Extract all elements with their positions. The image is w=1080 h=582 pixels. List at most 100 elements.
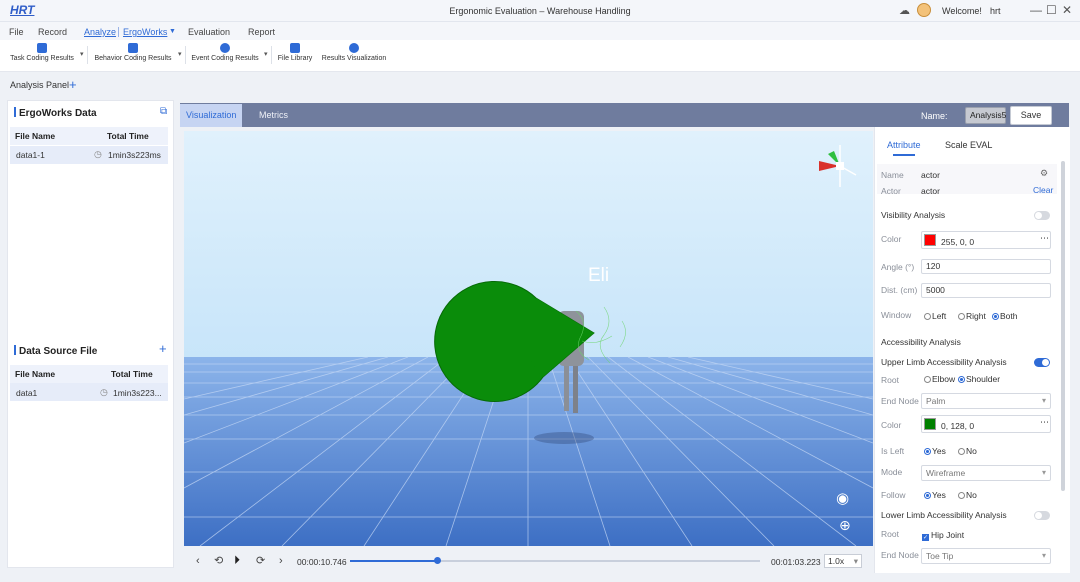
gear-icon[interactable]: ⚙ — [1040, 168, 1048, 179]
radio-both[interactable] — [992, 313, 999, 320]
task-coding-results-label: Task Coding Results — [10, 55, 74, 62]
radio-left[interactable] — [924, 313, 931, 320]
mode-label: Mode — [881, 467, 903, 477]
cloud-icon[interactable]: ☁ — [899, 4, 910, 17]
clear-button[interactable]: Clear — [1033, 185, 1053, 195]
dist-label: Dist. (cm) — [881, 285, 918, 295]
accessibility-color-swatch[interactable] — [924, 418, 936, 430]
angle-input[interactable]: 120 — [921, 259, 1051, 274]
speed-select[interactable]: 1.0x ▾ — [824, 554, 862, 568]
more-icon[interactable]: ⋯ — [1040, 417, 1049, 428]
play-icon[interactable]: ⏵ — [234, 553, 240, 568]
next-icon[interactable]: › — [279, 555, 283, 567]
menu-ergoworks[interactable]: ErgoWorks — [123, 27, 167, 37]
color-label: Color — [881, 234, 902, 244]
current-time: 00:00:10.746 — [297, 557, 347, 567]
add-data-source-button[interactable]: + — [159, 341, 167, 356]
behavior-coding-results-label: Behavior Coding Results — [94, 55, 172, 62]
shoulder-label: Shoulder — [966, 374, 1001, 384]
yes-label: Yes — [932, 446, 946, 456]
menu-analyze[interactable]: Analyze — [84, 27, 116, 37]
event-coding-results-button[interactable]: Event Coding Results — [190, 43, 260, 62]
root-option-elbow[interactable]: Elbow — [924, 374, 955, 384]
chevron-down-icon[interactable]: ▼ — [169, 28, 176, 35]
lower-limb-toggle[interactable] — [1034, 511, 1050, 520]
eye-icon[interactable]: ◉ — [836, 489, 849, 507]
open-external-icon[interactable]: ⧉ — [160, 106, 167, 117]
visibility-color-swatch[interactable] — [924, 234, 936, 246]
follow-yes[interactable]: Yes — [924, 490, 946, 500]
results-visualization-button[interactable]: Results Visualization — [320, 43, 388, 62]
radio-yes[interactable] — [924, 492, 931, 499]
more-icon[interactable]: ⋯ — [1040, 233, 1049, 244]
avatar[interactable] — [917, 3, 931, 17]
actor-value: actor — [921, 186, 940, 196]
analysis-panel-label: Analysis Panel — [10, 80, 70, 90]
task-results-icon — [37, 43, 47, 53]
root-option-shoulder[interactable]: Shoulder — [958, 374, 1000, 384]
radio-no[interactable] — [958, 448, 965, 455]
chevron-down-icon[interactable]: ▾ — [178, 50, 182, 58]
prev-icon[interactable]: ‹ — [196, 555, 200, 567]
crosshair-icon[interactable]: ⊕ — [839, 517, 851, 534]
follow-no[interactable]: No — [958, 490, 977, 500]
ergoworks-data-title: ErgoWorks Data — [14, 107, 97, 119]
task-coding-results-button[interactable]: Task Coding Results — [8, 43, 76, 62]
right-panel-scrollbar[interactable] — [1061, 161, 1065, 491]
progress-fill — [350, 560, 438, 562]
orientation-gizmo[interactable] — [819, 145, 857, 187]
tab-visualization[interactable]: Visualization — [180, 104, 242, 127]
tab-scale-eval[interactable]: Scale EVAL — [945, 140, 992, 150]
forward-icon[interactable]: ⟳ — [256, 554, 265, 567]
radio-right[interactable] — [958, 313, 965, 320]
accessibility-color-value: 0, 128, 0 — [941, 421, 975, 431]
radio-yes[interactable] — [924, 448, 931, 455]
active-tab-indicator — [893, 154, 915, 156]
radio-shoulder[interactable] — [958, 376, 965, 383]
hip-joint-checkbox[interactable]: ✓ Hip Joint — [922, 530, 964, 541]
actor-label: Actor — [881, 186, 901, 196]
maximize-button[interactable]: ☐ — [1046, 3, 1057, 17]
actor-shadow — [534, 432, 594, 444]
3d-viewport[interactable]: Eli ◉ ⊕ — [184, 131, 873, 546]
window-option-both[interactable]: Both — [992, 311, 1018, 321]
window-both-label: Both — [1000, 311, 1018, 321]
end-node-select[interactable]: Palm — [921, 393, 1051, 409]
menu-report[interactable]: Report — [248, 27, 275, 37]
window-option-right[interactable]: Right — [958, 311, 986, 321]
radio-no[interactable] — [958, 492, 965, 499]
radio-elbow[interactable] — [924, 376, 931, 383]
column-file-name: File Name — [15, 369, 56, 379]
is-left-label: Is Left — [881, 446, 905, 456]
save-button[interactable]: Save — [1010, 106, 1052, 125]
window-option-left[interactable]: Left — [924, 311, 946, 321]
checkbox-icon[interactable]: ✓ — [922, 534, 929, 541]
upper-limb-toggle[interactable] — [1034, 358, 1050, 367]
is-left-yes[interactable]: Yes — [924, 446, 946, 456]
lower-end-node-select[interactable]: Toe Tip — [921, 548, 1051, 564]
dist-input[interactable]: 5000 — [921, 283, 1051, 298]
is-left-no[interactable]: No — [958, 446, 977, 456]
visibility-toggle[interactable] — [1034, 211, 1050, 220]
scene-svg — [184, 145, 873, 546]
tab-attribute[interactable]: Attribute — [887, 140, 921, 150]
chevron-down-icon[interactable]: ▾ — [80, 50, 84, 58]
analysis-name-input[interactable]: Analysis5 — [965, 107, 1006, 124]
actor-info-box — [877, 164, 1057, 194]
minimize-button[interactable]: — — [1030, 3, 1042, 17]
behavior-coding-results-button[interactable]: Behavior Coding Results — [92, 43, 174, 62]
tab-metrics[interactable]: Metrics — [253, 104, 294, 127]
close-button[interactable]: ✕ — [1062, 3, 1072, 17]
menu-evaluation[interactable]: Evaluation — [188, 27, 230, 37]
lower-limb-title: Lower Limb Accessibility Analysis — [881, 510, 1007, 520]
chevron-down-icon[interactable]: ▾ — [264, 50, 268, 58]
mode-select[interactable]: Wireframe — [921, 465, 1051, 481]
event-results-icon — [220, 43, 230, 53]
file-library-button[interactable]: File Library — [276, 43, 314, 62]
add-analysis-button[interactable]: + — [69, 77, 77, 92]
welcome-text: Welcome! — [942, 6, 982, 16]
rewind-icon[interactable]: ⟲ — [214, 554, 223, 567]
menu-file[interactable]: File — [9, 27, 24, 37]
menu-record[interactable]: Record — [38, 27, 67, 37]
row-file-name: data1-1 — [16, 150, 45, 160]
